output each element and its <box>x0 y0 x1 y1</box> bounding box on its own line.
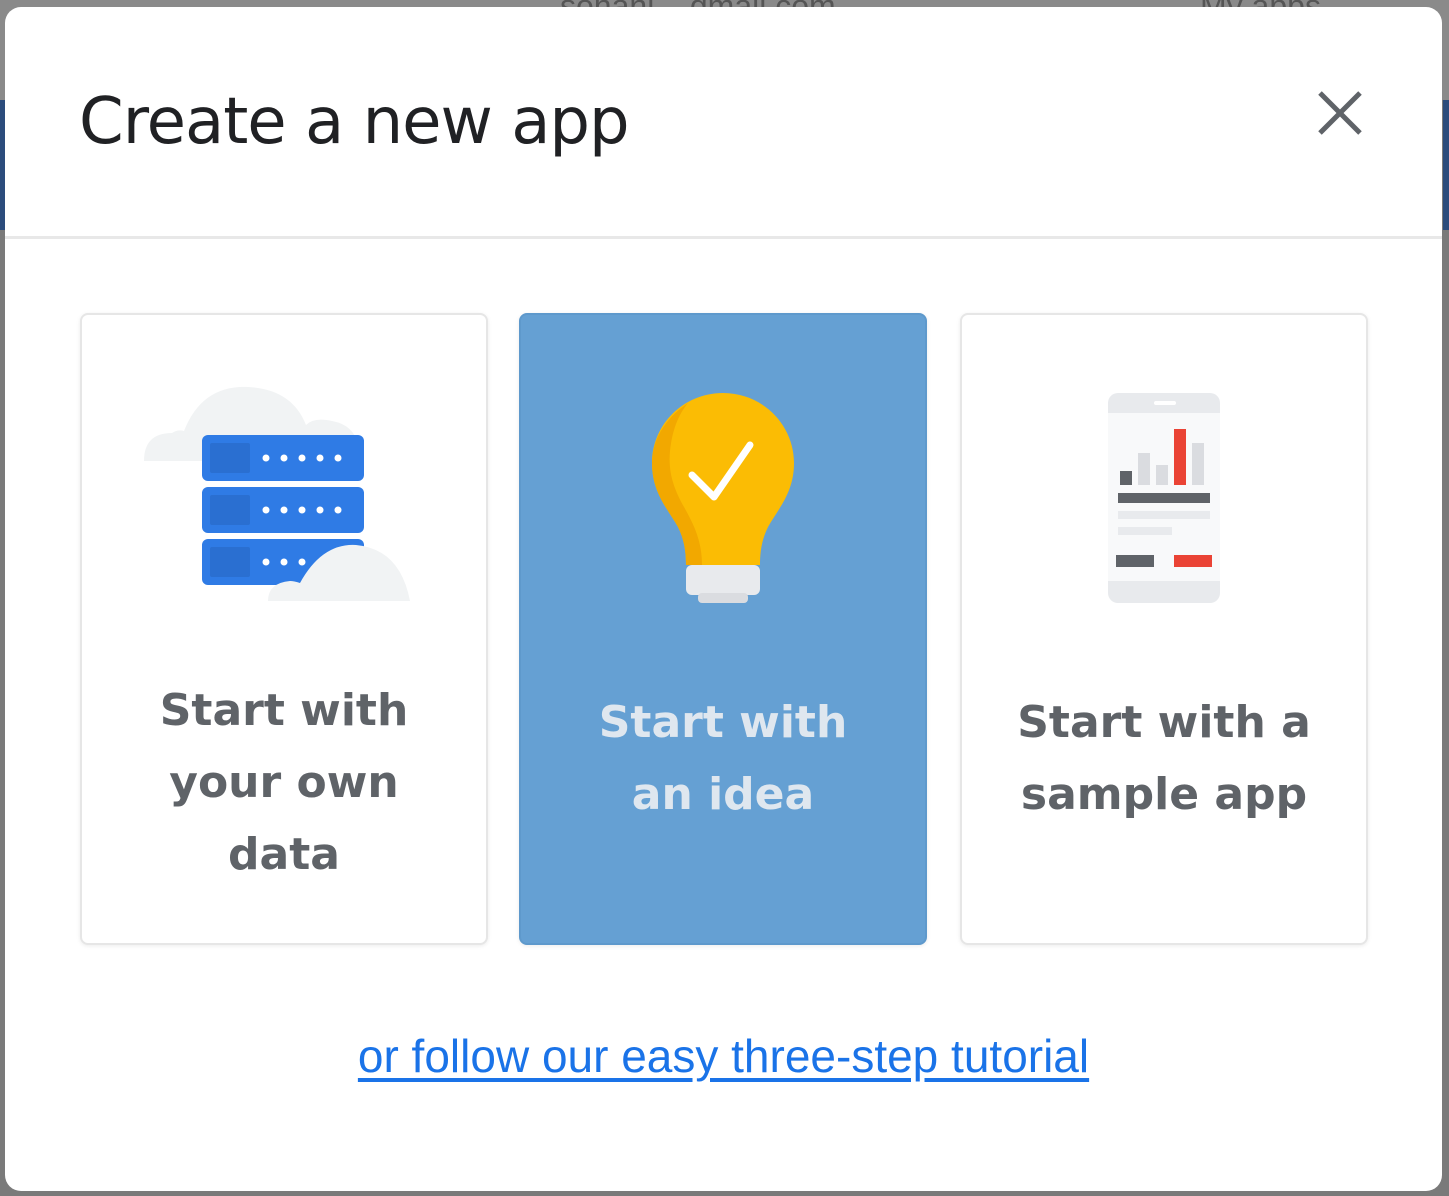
create-app-dialog: Create a new app Start with your own dat… <box>5 7 1442 1191</box>
three-step-tutorial-link[interactable]: or follow our easy three-step tutorial <box>358 1030 1089 1082</box>
card-label: Start with an idea <box>598 697 848 820</box>
backdrop-nav-bar-right <box>1443 100 1449 230</box>
database-cloud-icon <box>144 386 410 601</box>
lightbulb-check-icon <box>652 393 794 603</box>
close-button[interactable] <box>1308 81 1372 145</box>
dialog-header: Create a new app <box>5 7 1442 239</box>
card-label: Start with your own data <box>159 685 409 880</box>
start-with-sample-app-card[interactable]: Start with a sample app <box>960 313 1368 945</box>
tutorial-link-row: or follow our easy three-step tutorial <box>5 1029 1442 1083</box>
phone-chart-icon <box>1108 393 1220 603</box>
card-label: Start with a sample app <box>1017 697 1311 820</box>
dialog-title: Create a new app <box>79 85 630 159</box>
start-with-idea-card[interactable]: Start with an idea <box>519 313 927 945</box>
close-icon <box>1318 91 1362 135</box>
start-with-own-data-card[interactable]: Start with your own data <box>80 313 488 945</box>
